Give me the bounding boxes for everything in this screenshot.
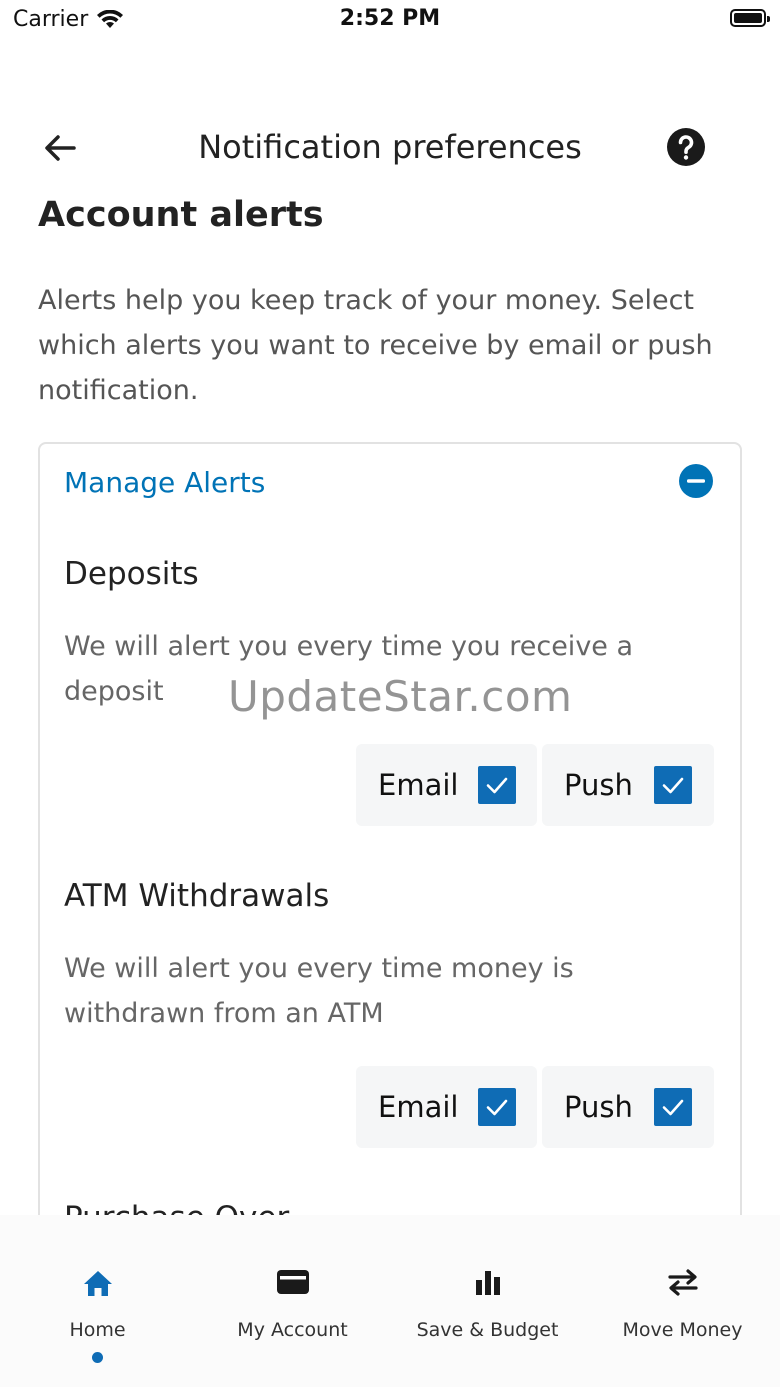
home-icon <box>83 1271 112 1296</box>
alert-title-atm-withdrawals: ATM Withdrawals <box>64 878 330 914</box>
tab-label-move-money: Move Money <box>622 1319 743 1341</box>
tab-label-my-account: My Account <box>237 1319 348 1341</box>
atm-email-toggle[interactable]: Email <box>356 1066 537 1148</box>
alert-description-atm-withdrawals: We will alert you every time money is wi… <box>64 953 574 1029</box>
section-title: Account alerts <box>38 195 324 235</box>
status-bar: Carrier 2:52 PM <box>0 0 780 44</box>
status-time: 2:52 PM <box>339 6 441 31</box>
email-label: Email <box>378 1090 459 1124</box>
tab-my-account[interactable]: My Account <box>195 1215 390 1387</box>
deposits-push-toggle[interactable]: Push <box>542 744 714 826</box>
manage-alerts-header[interactable]: Manage Alerts <box>40 444 740 524</box>
page-title: Notification preferences <box>198 128 582 166</box>
minus-circle-icon[interactable] <box>678 463 714 499</box>
bar-chart-icon <box>475 1271 500 1295</box>
transfer-arrows-icon <box>667 1269 698 1296</box>
checkbox-checked-icon[interactable] <box>478 1088 516 1126</box>
atm-push-toggle[interactable]: Push <box>542 1066 714 1148</box>
tab-move-money[interactable]: Move Money <box>585 1215 780 1387</box>
push-label: Push <box>564 1090 633 1124</box>
bottom-tab-bar: Home My Account Save & Budget Move Money <box>0 1215 780 1387</box>
alert-title-deposits: Deposits <box>64 556 199 592</box>
tab-save-budget[interactable]: Save & Budget <box>390 1215 585 1387</box>
question-circle-icon[interactable] <box>666 127 706 167</box>
email-label: Email <box>378 768 459 802</box>
manage-alerts-card: Manage Alerts Deposits We will alert you… <box>38 442 742 1262</box>
tab-label-save-budget: Save & Budget <box>416 1319 559 1341</box>
checkbox-checked-icon[interactable] <box>478 766 516 804</box>
battery-icon <box>730 9 770 27</box>
active-tab-indicator <box>92 1352 103 1363</box>
card-icon <box>276 1270 309 1294</box>
section-description: Alerts help you keep track of your money… <box>38 285 713 406</box>
manage-alerts-label: Manage Alerts <box>64 466 266 499</box>
checkbox-checked-icon[interactable] <box>654 1088 692 1126</box>
checkbox-checked-icon[interactable] <box>654 766 692 804</box>
watermark: UpdateStar.com <box>228 672 573 721</box>
tab-label-home: Home <box>69 1319 126 1341</box>
push-label: Push <box>564 768 633 802</box>
deposits-email-toggle[interactable]: Email <box>356 744 537 826</box>
navigation-bar: Notification preferences <box>0 110 780 186</box>
tab-home[interactable]: Home <box>0 1215 195 1387</box>
